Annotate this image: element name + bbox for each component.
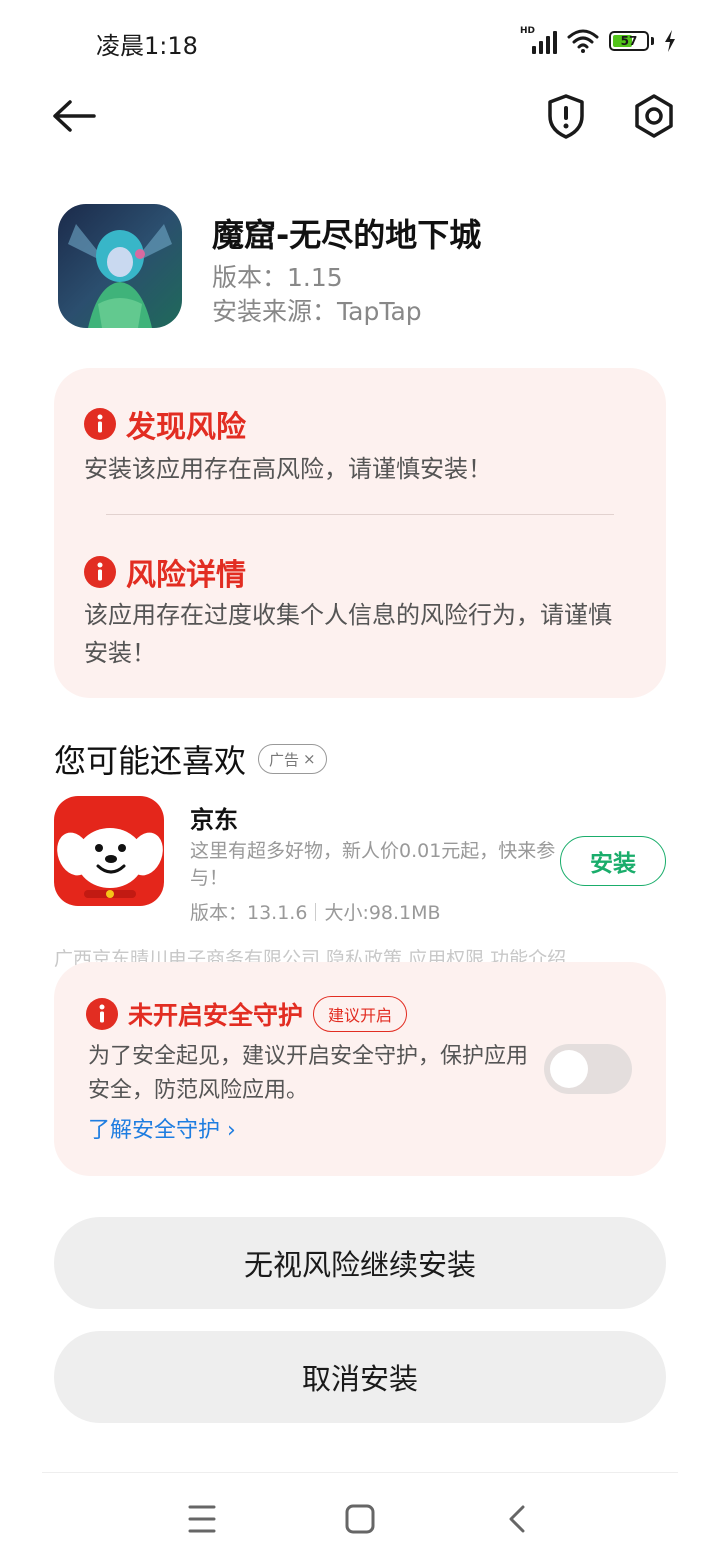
recommend-app-meta: 版本：13.1.6 大小:98.1MB bbox=[190, 898, 441, 925]
protect-card: 未开启安全守护 建议开启 为了安全起见，建议开启安全守护，保护应用安全，防范风险… bbox=[54, 962, 666, 1176]
recommend-item[interactable]: 京东 这里有超多好物，新人价0.01元起，快来参与！ 版本：13.1.6 大小:… bbox=[54, 796, 666, 926]
menu-icon bbox=[188, 1505, 216, 1533]
ad-badge[interactable]: 广告 × bbox=[258, 744, 327, 774]
nav-back-button[interactable] bbox=[498, 1499, 538, 1539]
recommend-title: 您可能还喜欢 bbox=[54, 742, 247, 780]
ad-label: 广告 bbox=[269, 750, 300, 769]
protect-toggle[interactable] bbox=[544, 1044, 632, 1094]
recommend-app-name: 京东 bbox=[190, 806, 238, 834]
app-version: 版本：1.15 bbox=[212, 263, 343, 292]
status-time: 凌晨1:18 bbox=[96, 32, 198, 60]
home-button[interactable] bbox=[340, 1499, 380, 1539]
top-nav bbox=[0, 84, 720, 150]
close-icon[interactable]: × bbox=[303, 750, 316, 768]
continue-install-button[interactable]: 无视风险继续安装 bbox=[54, 1217, 666, 1309]
recommend-app-size: 大小:98.1MB bbox=[324, 902, 441, 924]
shield-alert-icon bbox=[548, 94, 584, 139]
status-icons: HD 57 bbox=[520, 26, 676, 54]
battery-icon: 57 bbox=[609, 31, 654, 51]
battery-level: 57 bbox=[620, 34, 638, 48]
jd-app-icon bbox=[54, 796, 164, 906]
protect-badge: 建议开启 bbox=[313, 996, 408, 1032]
wifi-icon bbox=[567, 29, 599, 53]
app-icon bbox=[58, 204, 182, 328]
back-button[interactable] bbox=[48, 94, 100, 138]
recommend-app-desc: 这里有超多好物，新人价0.01元起，快来参与！ bbox=[190, 840, 556, 889]
risk-divider bbox=[106, 514, 614, 515]
info-icon bbox=[84, 408, 116, 440]
risk-found-text: 安装该应用存在高风险，请谨慎安装！ bbox=[84, 455, 492, 483]
recommend-header: 您可能还喜欢 广告 × bbox=[54, 736, 327, 782]
arrow-left-icon bbox=[53, 100, 96, 132]
network-label: HD bbox=[520, 26, 536, 36]
protect-text: 为了安全起见，建议开启安全守护，保护应用安全，防范风险应用。 bbox=[88, 1044, 529, 1103]
risk-detail-header: 风险详情 bbox=[84, 550, 246, 594]
risk-found-title: 发现风险 bbox=[126, 410, 246, 445]
meta-separator bbox=[315, 902, 317, 921]
gear-icon bbox=[635, 94, 673, 138]
app-header: 魔窟-无尽的地下城 版本：1.15 安装来源：TapTap bbox=[58, 204, 678, 330]
toggle-knob bbox=[550, 1050, 588, 1088]
info-icon bbox=[84, 556, 116, 588]
security-button[interactable] bbox=[544, 92, 588, 140]
info-icon bbox=[86, 998, 118, 1030]
risk-detail-text: 该应用存在过度收集个人信息的风险行为，请谨慎安装！ bbox=[84, 601, 612, 667]
learn-protect-link[interactable]: 了解安全守护 › bbox=[88, 1112, 236, 1144]
menu-button[interactable] bbox=[182, 1499, 222, 1539]
charging-icon bbox=[665, 30, 675, 52]
recommend-app-version: 版本：13.1.6 bbox=[190, 902, 308, 924]
risk-detail-title: 风险详情 bbox=[126, 558, 246, 593]
status-bar: 凌晨1:18 HD 57 bbox=[0, 0, 720, 84]
system-nav-bar bbox=[42, 1472, 678, 1560]
app-name: 魔窟-无尽的地下城 bbox=[212, 216, 482, 254]
chevron-left-icon bbox=[509, 1505, 525, 1533]
risk-found-header: 发现风险 bbox=[84, 402, 246, 446]
protect-title: 未开启安全守护 bbox=[128, 1001, 304, 1030]
signal-icon: HD bbox=[520, 26, 557, 54]
protect-header: 未开启安全守护 建议开启 bbox=[86, 996, 408, 1032]
cancel-install-button[interactable]: 取消安装 bbox=[54, 1331, 666, 1423]
risk-card: 发现风险 安装该应用存在高风险，请谨慎安装！ 风险详情 该应用存在过度收集个人信… bbox=[54, 368, 666, 698]
app-source: 安装来源：TapTap bbox=[212, 297, 422, 326]
settings-button[interactable] bbox=[630, 92, 678, 140]
install-button[interactable]: 安装 bbox=[560, 836, 666, 886]
square-icon bbox=[345, 1504, 375, 1534]
